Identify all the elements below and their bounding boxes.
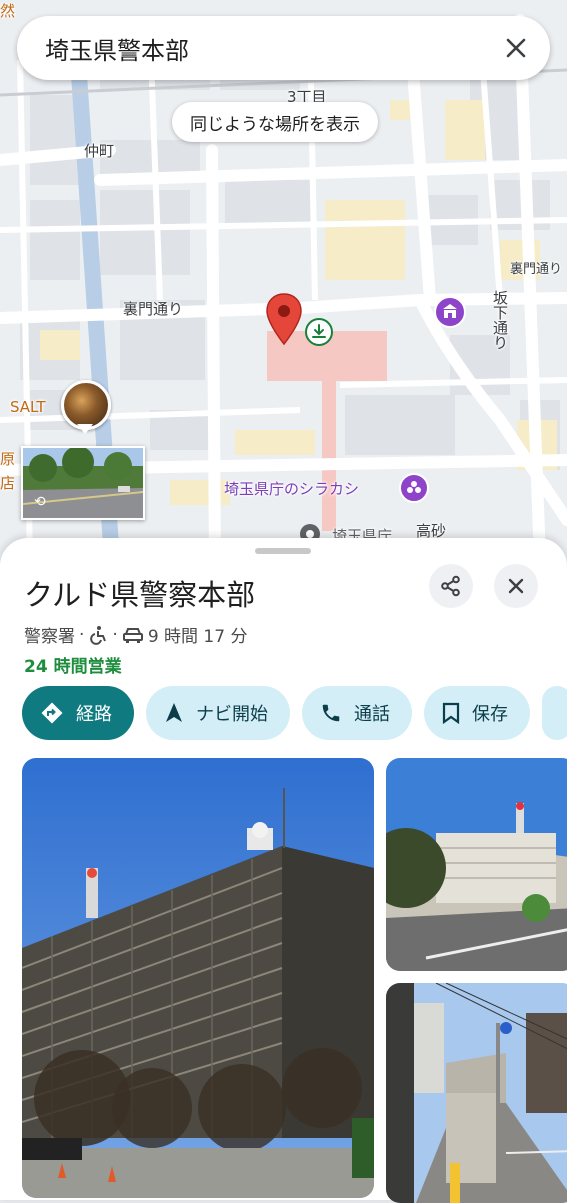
close-icon — [506, 38, 526, 58]
side-street-photo — [386, 983, 567, 1203]
bookmark-icon — [442, 702, 460, 724]
sheet-drag-handle[interactable] — [255, 548, 311, 554]
map-label-salt: SALT — [10, 398, 46, 416]
phone-icon — [322, 704, 340, 722]
map-label-shirakashi: 埼玉県庁のシラカシ — [224, 480, 360, 498]
opening-hours-status: 24 時間営業 — [24, 657, 122, 677]
street-view-rotate-icon: ⟲ — [34, 494, 46, 510]
map-label-corner: 然 — [0, 2, 16, 20]
more-actions-button[interactable] — [542, 686, 567, 740]
close-icon — [508, 578, 524, 594]
call-label: 通話 — [354, 704, 390, 725]
share-icon — [441, 575, 460, 597]
call-button[interactable]: 通話 — [302, 686, 412, 740]
place-category: 警察署 — [24, 627, 75, 647]
map-view[interactable]: 仲町 3丁目 裏門通り 裏門通り 坂下通り SALT 埼玉県庁のシラカシ 埼玉県… — [0, 0, 567, 560]
close-button[interactable] — [494, 564, 538, 608]
map-label-edge-bottom: 店 — [0, 474, 16, 492]
selected-place-pin-icon[interactable] — [264, 292, 304, 346]
map-label-edge-top: 原 — [0, 450, 16, 468]
search-query[interactable]: 埼玉県警本部 — [45, 31, 496, 66]
similar-chip-label: 同じような場所を表示 — [190, 114, 360, 135]
save-label: 保存 — [472, 704, 508, 725]
clear-search-button[interactable] — [496, 28, 536, 68]
navigation-arrow-icon — [166, 703, 182, 722]
place-meta-row: 警察署 · · 9 時間 17 分 — [24, 622, 248, 648]
salt-place-photo-pin[interactable] — [61, 380, 111, 430]
meta-separator: · — [79, 624, 85, 645]
map-label-sakashita: 坂下通り — [491, 290, 509, 350]
share-button[interactable] — [429, 564, 473, 608]
place-details-sheet[interactable]: クルド県警察本部 警察署 · · 9 時間 17 分 24 時間営業 経路 ナビ… — [0, 538, 567, 1203]
landmark-poi-icon[interactable] — [399, 473, 429, 503]
car-icon — [122, 627, 143, 643]
download-icon[interactable] — [304, 317, 334, 347]
action-buttons-row: 経路 ナビ開始 通話 保存 — [22, 686, 567, 740]
map-label-uramon-right: 裏門通り — [510, 262, 563, 277]
show-similar-places-chip[interactable]: 同じような場所を表示 — [172, 102, 378, 142]
place-title: クルド県警察本部 — [24, 578, 256, 612]
wheelchair-icon — [90, 625, 107, 645]
place-photo-2[interactable] — [386, 758, 567, 971]
map-label-uramon-left: 裏門通り — [123, 300, 184, 318]
save-button[interactable]: 保存 — [424, 686, 530, 740]
building-street-photo — [386, 758, 567, 971]
place-photo-3[interactable] — [386, 983, 567, 1203]
directions-label: 経路 — [76, 704, 112, 725]
directions-button[interactable]: 経路 — [22, 686, 134, 740]
start-navigation-button[interactable]: ナビ開始 — [146, 686, 290, 740]
navigate-label: ナビ開始 — [196, 704, 268, 725]
salt-pin-tail — [77, 424, 93, 434]
museum-poi-icon[interactable] — [434, 296, 466, 328]
map-label-nakacho: 仲町 — [84, 142, 115, 160]
meta-separator: · — [112, 624, 118, 645]
police-building-photo — [22, 758, 374, 1198]
search-bar[interactable]: 埼玉県警本部 — [17, 16, 550, 80]
drive-time: 9 時間 17 分 — [147, 627, 248, 647]
place-photo-main[interactable] — [22, 758, 374, 1198]
directions-icon — [41, 702, 63, 724]
